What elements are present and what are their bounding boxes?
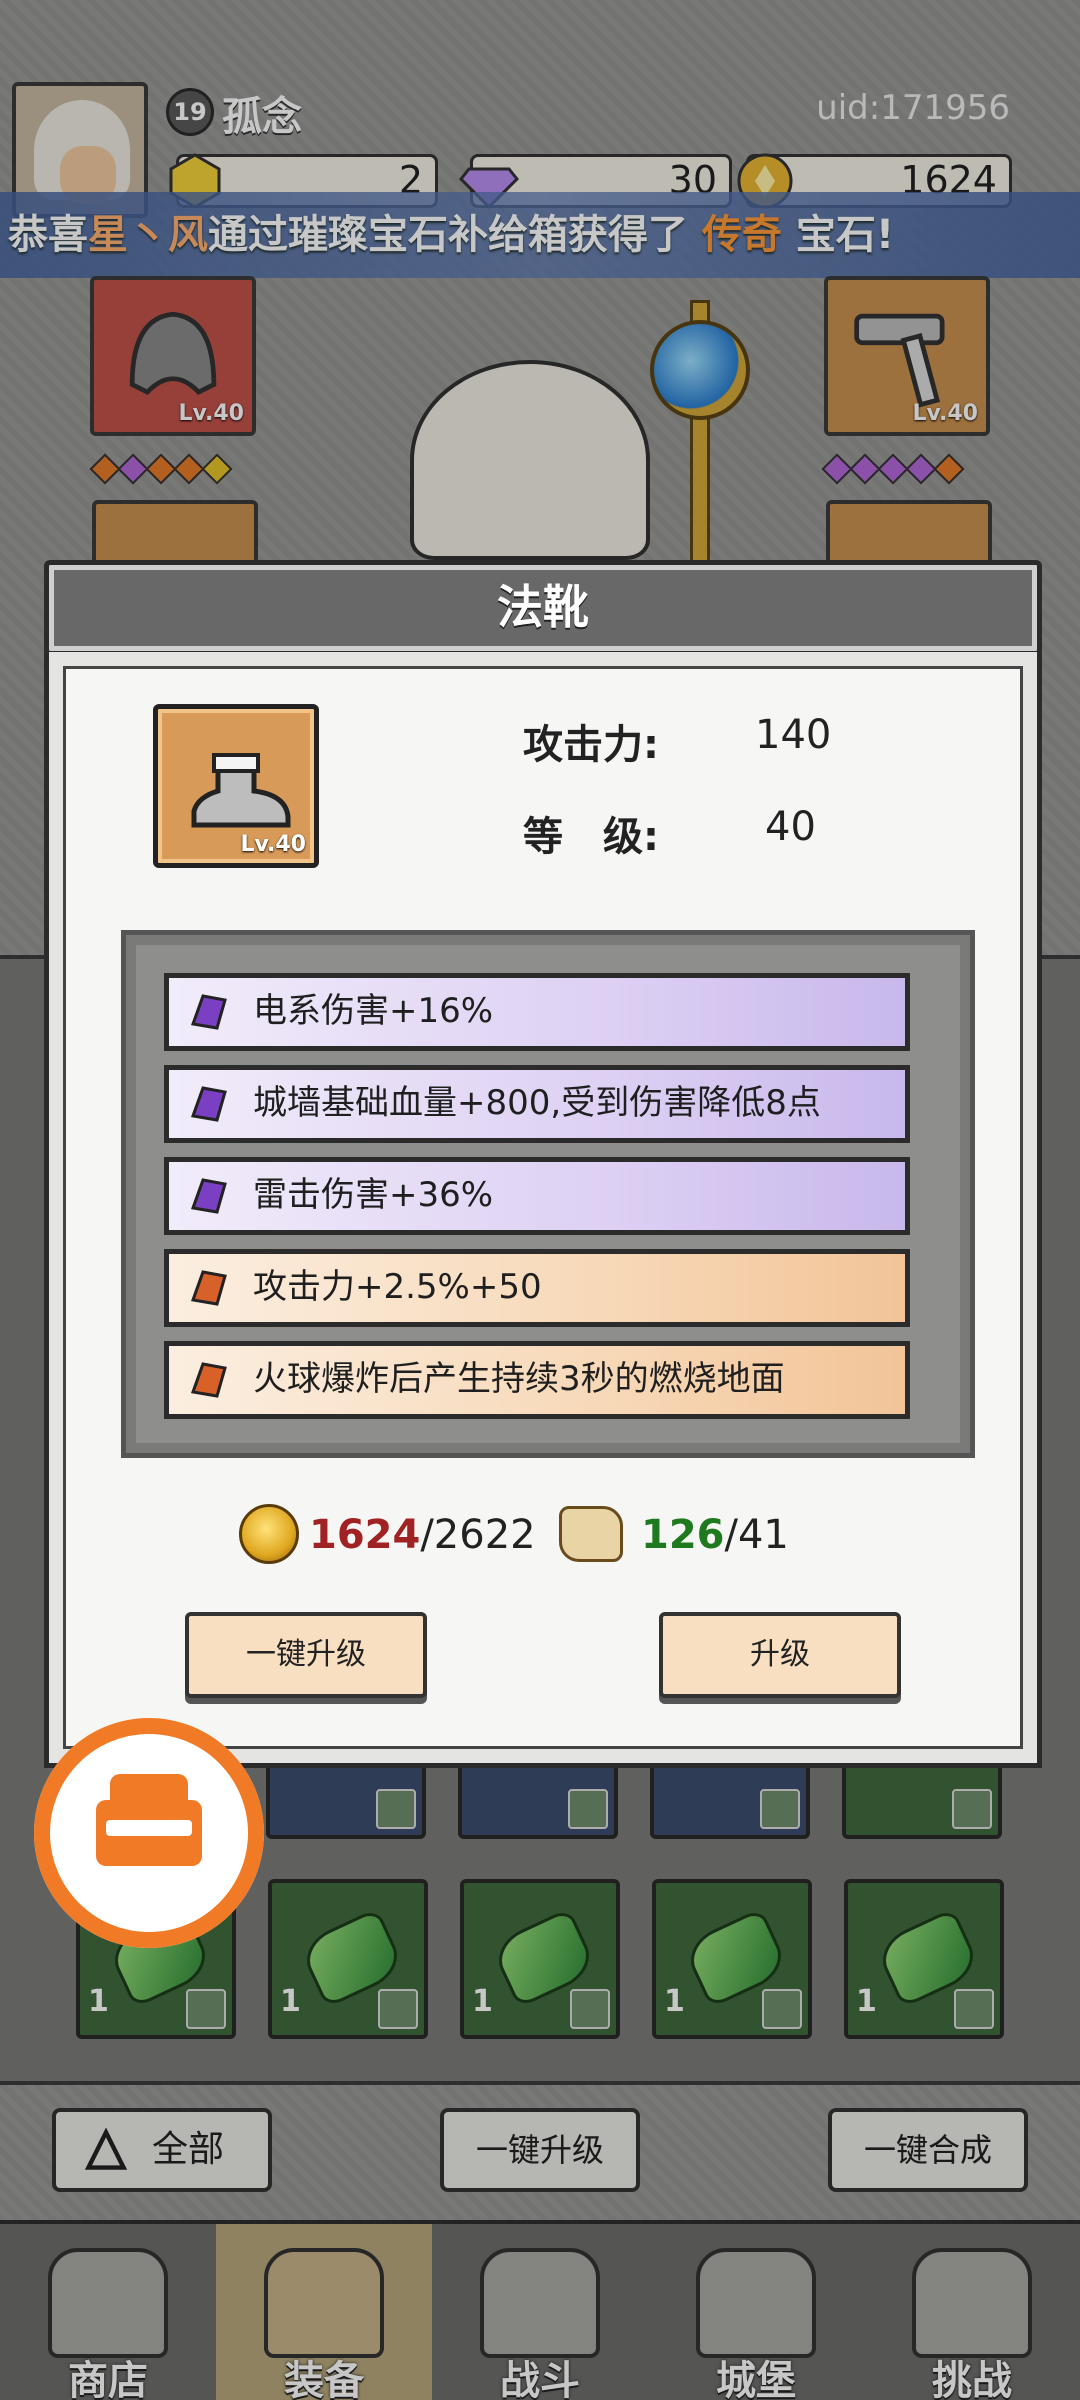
attribute-list: 电系伤害+16% 城墙基础血量+800,受到伤害降低8点 雷击伤害+36% 攻击…: [121, 930, 975, 1458]
gold-required: /2622: [420, 1512, 536, 1558]
attribute-text: 攻击力+2.5%+50: [253, 1267, 542, 1307]
scroll-owned: 126: [641, 1512, 725, 1558]
gold-owned: 1624: [309, 1512, 421, 1558]
car-icon: [96, 1774, 202, 1866]
stat-level-label: 等 级:: [523, 814, 659, 860]
upgrade-all-button[interactable]: 一键升级: [185, 1612, 427, 1698]
orange-gem-icon: [190, 1362, 227, 1398]
attribute-row: 电系伤害+16%: [164, 973, 910, 1051]
stat-attack-value: 140: [755, 712, 832, 758]
scroll-cost-text: 126/41: [641, 1500, 789, 1570]
scroll-required: /41: [724, 1512, 789, 1558]
stat-level-value: 40: [765, 804, 816, 850]
attribute-text: 雷击伤害+36%: [253, 1175, 494, 1215]
attribute-row: 城墙基础血量+800,受到伤害降低8点: [164, 1065, 910, 1143]
orange-gem-icon: [190, 1270, 227, 1306]
attribute-row: 雷击伤害+36%: [164, 1157, 910, 1235]
stat-attack-label: 攻击力:: [523, 722, 659, 768]
purple-gem-icon: [190, 994, 227, 1030]
upgrade-label: 升级: [750, 1637, 810, 1672]
boot-icon: [191, 753, 291, 828]
attribute-text: 电系伤害+16%: [253, 991, 494, 1031]
scroll-icon: [559, 1506, 623, 1562]
attribute-row: 攻击力+2.5%+50: [164, 1249, 910, 1327]
gold-cost-text: 1624/2622: [309, 1500, 536, 1570]
attribute-row: 火球爆炸后产生持续3秒的燃烧地面: [164, 1341, 910, 1419]
attribute-text: 火球爆炸后产生持续3秒的燃烧地面: [253, 1359, 785, 1399]
attribute-text: 城墙基础血量+800,受到伤害降低8点: [253, 1083, 821, 1123]
vehicle-shortcut-button[interactable]: [34, 1718, 264, 1948]
item-icon-frame: Lv.40: [153, 704, 319, 868]
upgrade-button[interactable]: 升级: [659, 1612, 901, 1698]
purple-gem-icon: [190, 1178, 227, 1214]
upgrade-all-label: 一键升级: [246, 1637, 366, 1672]
purple-gem-icon: [190, 1086, 227, 1122]
modal-title: 法靴: [44, 560, 1042, 656]
item-detail-modal: Lv.40 攻击力: 140 等 级: 40 电系伤害+16% 城墙基础血量+8…: [44, 652, 1042, 1768]
item-level-tag: Lv.40: [240, 832, 306, 857]
gold-coin-icon: [239, 1504, 299, 1564]
